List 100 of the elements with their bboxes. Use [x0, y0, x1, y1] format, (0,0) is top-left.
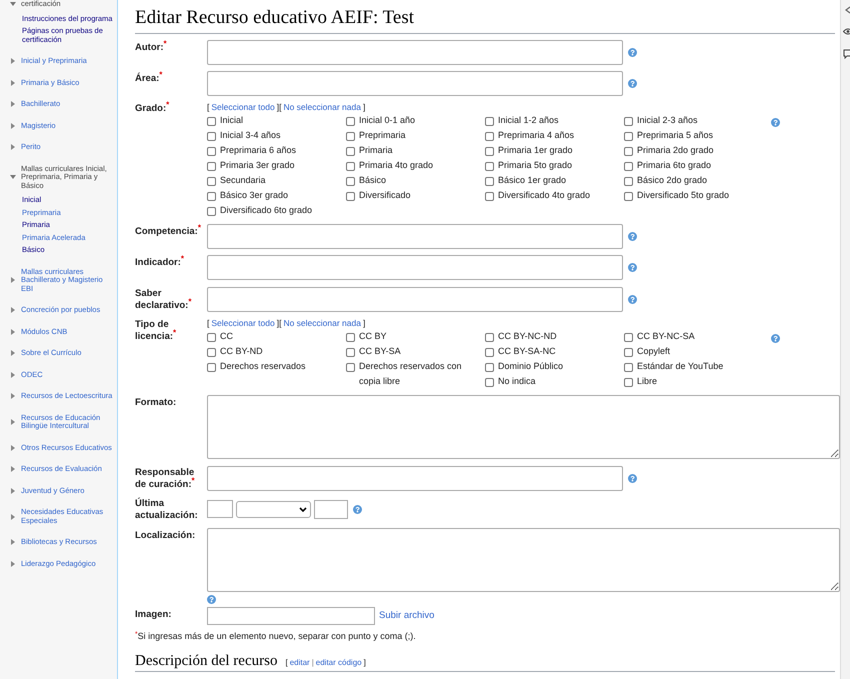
collapsed-arrow-icon[interactable]	[10, 393, 16, 400]
edit-source-link[interactable]: editar código	[316, 657, 362, 669]
checkbox[interactable]	[485, 333, 494, 342]
checkbox[interactable]	[346, 132, 355, 141]
checkbox[interactable]	[346, 177, 355, 186]
collapsed-arrow-icon[interactable]	[10, 144, 16, 150]
collapsed-arrow-icon[interactable]	[10, 101, 16, 108]
checkbox[interactable]	[485, 363, 494, 372]
year-field[interactable]	[314, 500, 348, 518]
select-all-link[interactable]: Seleccionar todo	[211, 317, 275, 329]
collapsed-arrow-icon[interactable]	[10, 372, 16, 378]
checkbox[interactable]	[485, 147, 494, 156]
help-icon[interactable]	[353, 504, 362, 514]
text-field[interactable]	[207, 71, 623, 96]
checkbox[interactable]	[207, 147, 216, 156]
field-label: Imagen:	[135, 609, 172, 621]
select-none-link[interactable]: No seleccionar nada	[283, 317, 361, 329]
collapsed-arrow-icon[interactable]	[10, 277, 16, 284]
edit-link[interactable]: editar	[290, 657, 310, 669]
checkbox[interactable]	[485, 132, 494, 141]
checkbox[interactable]	[346, 162, 355, 171]
expanded-arrow-icon[interactable]	[10, 1, 16, 8]
checkbox[interactable]	[207, 177, 216, 186]
collapsed-arrow-icon[interactable]	[10, 539, 16, 546]
collapsed-arrow-icon[interactable]	[10, 466, 16, 472]
checkbox[interactable]	[207, 132, 216, 141]
checkbox[interactable]	[485, 117, 494, 126]
help-icon[interactable]	[628, 232, 637, 241]
checkbox[interactable]	[624, 348, 633, 357]
checkbox[interactable]	[346, 147, 355, 156]
bracket-text: ][	[276, 101, 282, 113]
select-all-link[interactable]: Seleccionar todo	[211, 101, 275, 113]
collapsed-arrow-icon[interactable]	[10, 444, 16, 451]
eye-icon[interactable]	[842, 28, 850, 35]
help-icon[interactable]	[771, 118, 780, 127]
select-none-link[interactable]: No seleccionar nada	[283, 101, 361, 113]
checkbox[interactable]	[624, 378, 633, 387]
collapsed-arrow-icon[interactable]	[10, 80, 16, 86]
help-icon[interactable]	[628, 48, 637, 57]
checkbox[interactable]	[624, 117, 633, 126]
collapsed-arrow-icon[interactable]	[10, 560, 16, 567]
collapsed-arrow-icon[interactable]	[10, 58, 16, 64]
checkbox[interactable]	[485, 378, 494, 387]
checkbox-label: Primaria 3er grado	[220, 159, 296, 172]
text-field[interactable]	[207, 466, 623, 490]
file-field[interactable]	[207, 607, 375, 625]
collapsed-arrow-icon[interactable]	[10, 488, 16, 494]
expanded-arrow-icon[interactable]	[10, 174, 16, 180]
text-area[interactable]	[207, 528, 840, 592]
collapsed-arrow-icon[interactable]	[10, 350, 16, 356]
collapsed-arrow-icon[interactable]	[10, 419, 16, 425]
help-icon[interactable]	[628, 294, 637, 304]
collapsed-arrow-icon[interactable]	[10, 514, 16, 520]
checkbox[interactable]	[624, 177, 633, 186]
checkbox[interactable]	[207, 333, 216, 342]
help-icon[interactable]	[628, 79, 637, 88]
checkbox[interactable]	[624, 147, 633, 156]
checkbox[interactable]	[485, 177, 494, 186]
checkbox[interactable]	[207, 117, 216, 126]
checkbox[interactable]	[346, 363, 355, 372]
comment-icon[interactable]	[842, 49, 850, 59]
month-dropdown[interactable]	[236, 500, 311, 518]
text-field[interactable]	[207, 40, 623, 65]
help-icon[interactable]	[628, 474, 637, 482]
checkbox[interactable]	[346, 333, 355, 342]
checkbox-label: CC BY-SA-NC	[498, 345, 557, 358]
checkbox[interactable]	[624, 333, 633, 342]
bracket-text: ]	[362, 317, 366, 329]
checkbox[interactable]	[624, 132, 633, 141]
checkbox-label: Preprimaria 6 años	[220, 144, 298, 157]
day-field[interactable]	[207, 500, 233, 518]
checkbox[interactable]	[207, 162, 216, 171]
checkbox[interactable]	[485, 192, 494, 201]
checkbox[interactable]	[346, 192, 355, 201]
checkbox[interactable]	[624, 192, 633, 201]
chevron-icon[interactable]	[844, 6, 850, 14]
checkbox[interactable]	[624, 363, 633, 372]
checkbox[interactable]	[485, 162, 494, 171]
checkbox-label: Secundaria	[220, 174, 267, 187]
text-area[interactable]	[207, 395, 840, 459]
checkbox[interactable]	[207, 348, 216, 357]
checkbox-label: Derechos reservados con copia libre	[359, 360, 463, 388]
text-field[interactable]	[207, 224, 623, 249]
checkbox[interactable]	[207, 363, 216, 372]
checkbox[interactable]	[346, 348, 355, 357]
checkbox[interactable]	[207, 192, 216, 201]
upload-link[interactable]: Subir archivo	[379, 608, 434, 624]
text-field[interactable]	[207, 286, 623, 312]
collapsed-arrow-icon[interactable]	[10, 307, 16, 314]
bracket-text: [	[285, 657, 288, 669]
checkbox[interactable]	[485, 348, 494, 357]
text-field[interactable]	[207, 255, 623, 280]
collapsed-arrow-icon[interactable]	[10, 122, 16, 129]
help-icon[interactable]	[771, 334, 780, 343]
checkbox[interactable]	[624, 162, 633, 171]
checkbox[interactable]	[346, 117, 355, 126]
help-icon[interactable]	[207, 595, 216, 604]
checkbox[interactable]	[207, 207, 216, 216]
help-icon[interactable]	[628, 263, 637, 272]
collapsed-arrow-icon[interactable]	[10, 328, 16, 335]
